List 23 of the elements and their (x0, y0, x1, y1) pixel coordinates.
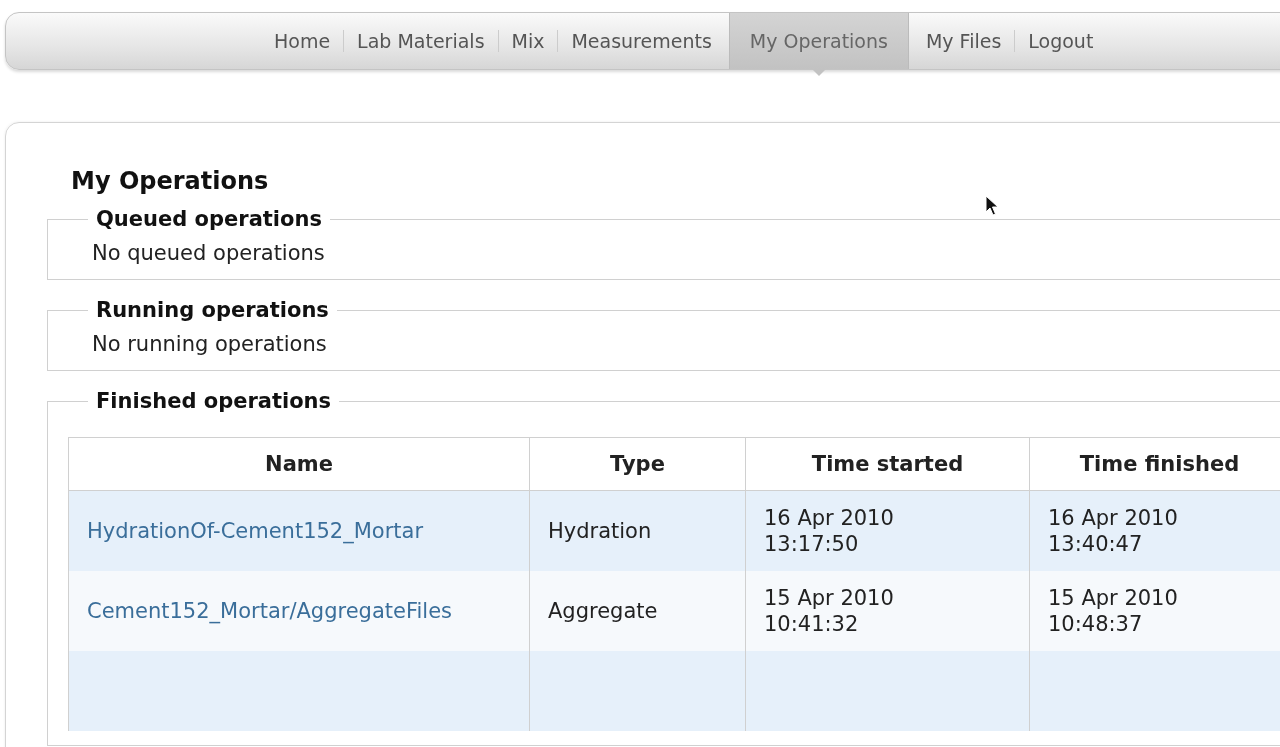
table-cell: Hydration (548, 518, 652, 543)
nav-tab[interactable]: Home (261, 13, 344, 69)
table-cell: 15 Apr 2010 10:48:37 (1048, 585, 1178, 636)
column-header: Time finished (1029, 437, 1280, 491)
nav-tab[interactable]: Measurements (558, 13, 725, 69)
nav-tab[interactable]: Lab Materials (344, 13, 498, 69)
mouse-pointer-icon (985, 195, 999, 217)
column-header: Type (529, 437, 746, 491)
section-legend: Running operations (88, 298, 337, 322)
page-title: My Operations (71, 167, 270, 195)
empty-message: No running operations (92, 332, 328, 356)
nav-tab[interactable]: My Files (912, 13, 1015, 69)
nav-tab[interactable]: Logout (1015, 13, 1107, 69)
empty-message: No queued operations (92, 241, 326, 265)
section-legend: Finished operations (88, 389, 340, 413)
section-legend: Queued operations (88, 207, 330, 231)
nav-tab[interactable]: Mix (498, 13, 558, 69)
column-header: Time started (745, 437, 1030, 491)
table-cell: Aggregate (548, 598, 658, 623)
column-header: Name (68, 437, 530, 491)
table-cell: 15 Apr 2010 10:41:32 (764, 585, 894, 636)
table-cell: 16 Apr 2010 13:40:47 (1048, 505, 1178, 556)
table-cell: 16 Apr 2010 13:17:50 (764, 505, 894, 556)
